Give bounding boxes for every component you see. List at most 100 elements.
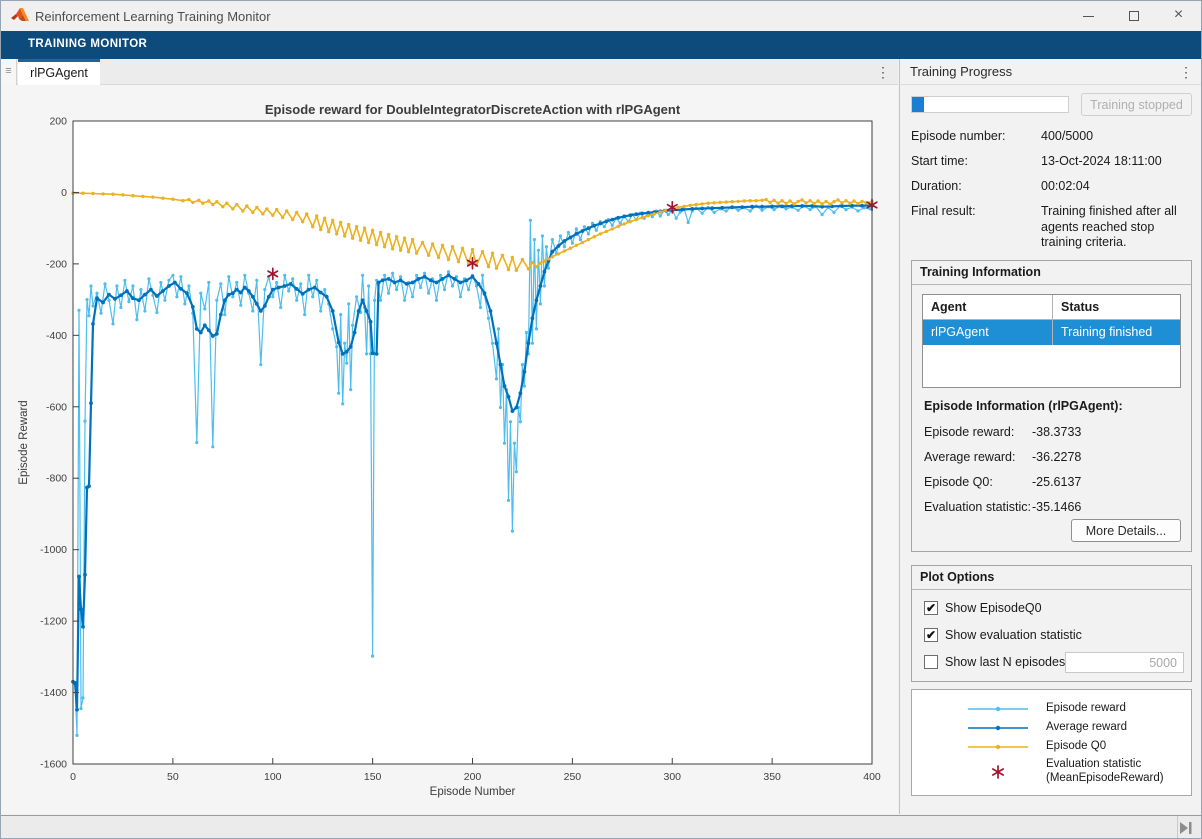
svg-text:200: 200 [49, 116, 67, 128]
svg-text:50: 50 [167, 771, 179, 783]
svg-text:-1600: -1600 [40, 759, 67, 771]
status-cell: Training finished [1053, 320, 1180, 345]
evaluation-statistic-asterisk-swatch [950, 764, 1046, 780]
checkbox-label: Show EpisodeQ0 [945, 601, 1042, 615]
document-tab-strip: ≡ rlPGAgent ⋮ [1, 59, 898, 85]
chart-legend: Episode reward Average reward Episode Q0… [911, 689, 1192, 796]
more-details-button[interactable]: More Details... [1071, 519, 1181, 542]
svg-text:-1400: -1400 [40, 687, 67, 699]
progress-fill [912, 97, 924, 112]
training-progress-bar [911, 96, 1069, 113]
training-plot-panel: 0 50 100 150 200 250 300 350 400 200 0 -200 -400 -600… [1, 85, 898, 814]
legend-item-average-reward: Average reward [950, 720, 1127, 736]
legend-item-episode-q0: Episode Q0 [950, 739, 1106, 755]
svg-text:-400: -400 [46, 330, 67, 342]
episode-reward-label: Episode reward: [924, 425, 1014, 439]
tab-list-icon[interactable]: ≡ [1, 59, 17, 85]
duration-label: Duration: [911, 179, 962, 193]
skip-to-end-icon[interactable] [1177, 820, 1195, 836]
legend-label: Episode reward [1046, 702, 1126, 716]
column-header-agent: Agent [923, 295, 1053, 319]
training-stopped-button[interactable]: Training stopped [1081, 93, 1192, 116]
svg-text:-600: -600 [46, 401, 67, 413]
final-result-label: Final result: [911, 204, 976, 218]
svg-text:Episode reward for DoubleInteg: Episode reward for DoubleIntegratorDiscr… [265, 102, 681, 117]
svg-text:150: 150 [364, 771, 382, 783]
episode-q0-line-swatch [950, 739, 1046, 755]
svg-text:0: 0 [70, 771, 76, 783]
average-reward-value: -36.2278 [1032, 450, 1081, 464]
agent-cell: rlPGAgent [923, 320, 1053, 345]
start-time-label: Start time: [911, 154, 968, 168]
episode-reward-value: -38.3733 [1032, 425, 1081, 439]
duration-value: 00:02:04 [1041, 179, 1090, 193]
svg-text:Episode Reward: Episode Reward [18, 400, 30, 484]
training-progress-header: Training Progress ⋮ [901, 59, 1202, 85]
svg-text:0: 0 [61, 187, 67, 199]
tab-label: rlPGAgent [30, 66, 88, 80]
checkbox-icon[interactable] [924, 655, 938, 669]
table-row[interactable]: rlPGAgent Training finished [923, 320, 1180, 345]
title-bar: Reinforcement Learning Training Monitor … [1, 1, 1201, 31]
average-reward-line-swatch [950, 720, 1046, 736]
episode-information-title: Episode Information (rlPGAgent): [924, 399, 1123, 413]
panel-options-kebab-icon[interactable]: ⋮ [1177, 61, 1195, 83]
legend-label: Average reward [1046, 721, 1127, 735]
svg-text:250: 250 [564, 771, 582, 783]
svg-text:100: 100 [264, 771, 282, 783]
legend-label: Episode Q0 [1046, 740, 1106, 754]
training-information-title: Training Information [912, 261, 1191, 285]
window-title: Reinforcement Learning Training Monitor [35, 9, 271, 24]
plot-options-section: Plot Options ✔ Show EpisodeQ0 ✔ Show eva… [911, 565, 1192, 682]
svg-text:400: 400 [863, 771, 881, 783]
ribbon-tab-training-monitor[interactable]: TRAINING MONITOR [28, 38, 147, 50]
average-reward-label: Average reward: [924, 450, 1016, 464]
last-n-episodes-input[interactable] [1065, 652, 1184, 673]
column-header-status: Status [1053, 295, 1180, 319]
training-progress-panel: Training Progress ⋮ Training stopped Epi… [901, 59, 1202, 814]
legend-item-evaluation-statistic: Evaluation statistic (MeanEpisodeReward) [950, 758, 1164, 786]
svg-text:-1000: -1000 [40, 544, 67, 556]
legend-label: Evaluation statistic (MeanEpisodeReward) [1046, 758, 1164, 786]
svg-text:200: 200 [464, 771, 482, 783]
episode-reward-line-swatch [950, 701, 1046, 717]
legend-item-episode-reward: Episode reward [950, 701, 1126, 717]
minimize-button[interactable] [1066, 1, 1111, 31]
checkbox-label: Show evaluation statistic [945, 628, 1082, 642]
checkbox-show-last-n-episodes[interactable]: Show last N episodes [924, 655, 1065, 669]
svg-text:-200: -200 [46, 258, 67, 270]
app-window: Reinforcement Learning Training Monitor … [0, 0, 1202, 839]
agent-status-table: Agent Status rlPGAgent Training finished [922, 294, 1181, 388]
tab-options-kebab-icon[interactable]: ⋮ [873, 61, 893, 83]
checkbox-icon[interactable]: ✔ [924, 601, 938, 615]
tab-rlpgagent[interactable]: rlPGAgent [18, 59, 100, 86]
svg-text:-800: -800 [46, 473, 67, 485]
checkbox-icon[interactable]: ✔ [924, 628, 938, 642]
toolstrip-ribbon: TRAINING MONITOR [1, 31, 1201, 59]
episode-number-value: 400/5000 [1041, 129, 1093, 143]
panel-divider [899, 59, 900, 814]
close-button[interactable]: × [1156, 1, 1201, 31]
evaluation-statistic-label: Evaluation statistic: [924, 500, 1031, 514]
plot-options-title: Plot Options [912, 566, 1191, 590]
episode-number-label: Episode number: [911, 129, 1006, 143]
panel-title: Training Progress [910, 64, 1012, 79]
evaluation-statistic-value: -35.1466 [1032, 500, 1081, 514]
svg-text:350: 350 [763, 771, 781, 783]
episode-q0-label: Episode Q0: [924, 475, 993, 489]
episode-reward-chart: 0 50 100 150 200 250 300 350 400 200 0 -200 -400 -600… [1, 85, 898, 811]
maximize-button[interactable] [1111, 1, 1156, 31]
checkbox-show-evaluation-statistic[interactable]: ✔ Show evaluation statistic [924, 628, 1082, 642]
checkbox-show-episodeq0[interactable]: ✔ Show EpisodeQ0 [924, 601, 1042, 615]
svg-text:-1200: -1200 [40, 616, 67, 628]
table-header-row: Agent Status [923, 295, 1180, 320]
svg-text:300: 300 [663, 771, 681, 783]
svg-text:Episode Number: Episode Number [430, 786, 516, 798]
training-information-section: Training Information Agent Status rlPGAg… [911, 260, 1192, 552]
matlab-icon [11, 7, 30, 24]
final-result-value: Training finished after all agents reach… [1041, 204, 1193, 251]
start-time-value: 13-Oct-2024 18:11:00 [1041, 154, 1162, 168]
checkbox-label: Show last N episodes [945, 655, 1065, 669]
episode-q0-value: -25.6137 [1032, 475, 1081, 489]
status-bar [1, 815, 1201, 839]
